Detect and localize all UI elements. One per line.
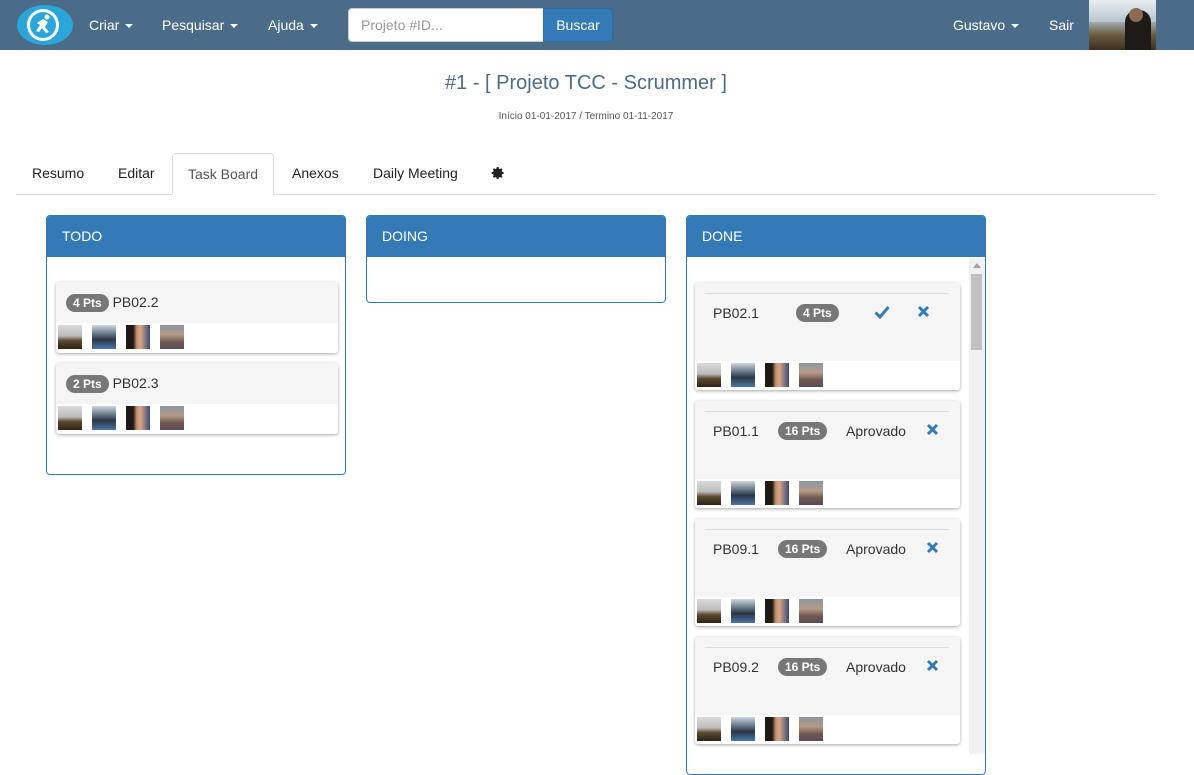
gear-icon — [491, 166, 504, 179]
avatar — [92, 406, 116, 430]
avatar — [799, 481, 823, 505]
points-badge: 16 Pts — [778, 422, 828, 440]
avatar — [697, 599, 721, 623]
card-code: PB02.2 — [112, 294, 159, 310]
points-badge: 4 Pts — [796, 304, 839, 322]
caret-down-icon — [1011, 24, 1020, 29]
close-icon[interactable] — [917, 305, 930, 318]
card-code: PB01.1 — [713, 423, 759, 439]
avatar — [799, 599, 823, 623]
user-menu[interactable]: Gustavo — [953, 0, 1020, 50]
todo-column-title: TODO — [47, 216, 345, 257]
points-badge: 2 Pts — [66, 375, 109, 393]
card-status: Aprovado — [846, 541, 906, 557]
tab-settings[interactable] — [476, 153, 520, 195]
avatar — [731, 717, 755, 741]
search-input[interactable] — [348, 8, 544, 42]
avatar — [126, 406, 150, 430]
menu-ajuda[interactable]: Ajuda — [268, 0, 318, 50]
card-code: PB02.1 — [713, 305, 759, 321]
project-dates: Início 01-01-2017 / Termino 01-11-2017 — [498, 111, 674, 122]
task-card[interactable]: 2 Pts PB02.3 — [56, 363, 338, 434]
check-icon[interactable] — [874, 305, 890, 319]
logo-icon[interactable] — [16, 3, 74, 47]
menu-pesquisar[interactable]: Pesquisar — [162, 0, 239, 50]
search-button[interactable]: Buscar — [543, 8, 613, 42]
avatar — [697, 363, 721, 387]
close-icon[interactable] — [926, 423, 939, 436]
points-badge: 16 Pts — [778, 540, 828, 558]
page-title: #1 - [ Projeto TCC - Scrummer ] — [445, 72, 727, 94]
tab-task-board[interactable]: Task Board — [172, 153, 275, 195]
close-icon[interactable] — [926, 541, 939, 554]
task-card[interactable]: 4 Pts PB02.2 — [56, 282, 338, 353]
avatar — [731, 481, 755, 505]
avatar — [765, 481, 789, 505]
card-status: Aprovado — [846, 659, 906, 675]
card-code: PB09.1 — [713, 541, 759, 557]
task-card[interactable]: PB09.1 16 Pts Aprovado — [695, 519, 960, 626]
avatar — [697, 481, 721, 505]
doing-column: DOING — [366, 215, 666, 303]
caret-down-icon — [125, 24, 134, 29]
menu-criar-label: Criar — [89, 17, 120, 33]
avatar — [160, 406, 184, 430]
points-badge: 16 Pts — [778, 658, 828, 676]
done-column-title: DONE — [687, 216, 985, 257]
avatar — [58, 325, 82, 349]
caret-down-icon — [309, 24, 318, 29]
user-name: Gustavo — [953, 17, 1006, 33]
task-card[interactable]: PB09.2 16 Pts Aprovado — [695, 637, 960, 744]
avatar — [58, 406, 82, 430]
avatar — [126, 325, 150, 349]
navbar: Criar Pesquisar Ajuda Buscar Gustavo Sai… — [0, 0, 1194, 50]
avatar — [92, 325, 116, 349]
card-status: Aprovado — [846, 423, 906, 439]
card-code: PB09.2 — [713, 659, 759, 675]
points-badge: 4 Pts — [66, 294, 109, 312]
avatar — [731, 363, 755, 387]
avatar — [731, 599, 755, 623]
tab-bar: Resumo Editar Task Board Anexos Daily Me… — [16, 153, 1156, 195]
avatar[interactable] — [1089, 0, 1156, 50]
card-code: PB02.3 — [112, 375, 159, 391]
logout-link[interactable]: Sair — [1049, 0, 1074, 50]
menu-criar[interactable]: Criar — [89, 0, 134, 50]
avatar — [765, 599, 789, 623]
avatar — [799, 717, 823, 741]
avatar — [799, 363, 823, 387]
avatar — [697, 717, 721, 741]
avatar — [765, 717, 789, 741]
tab-editar[interactable]: Editar — [103, 153, 170, 195]
scroll-up-icon[interactable] — [973, 263, 981, 268]
scroll-thumb[interactable] — [971, 274, 982, 350]
tab-daily-meeting[interactable]: Daily Meeting — [358, 153, 473, 195]
todo-column: TODO 4 Pts PB02.2 2 Pts PB02.3 — [46, 215, 346, 475]
caret-down-icon — [230, 24, 239, 29]
task-card[interactable]: PB02.1 4 Pts — [695, 283, 960, 390]
avatar — [160, 325, 184, 349]
task-card[interactable]: PB01.1 16 Pts Aprovado — [695, 401, 960, 508]
menu-pesquisar-label: Pesquisar — [162, 17, 225, 33]
close-icon[interactable] — [926, 659, 939, 672]
tab-resumo[interactable]: Resumo — [17, 153, 99, 195]
avatar — [765, 363, 789, 387]
tab-anexos[interactable]: Anexos — [277, 153, 354, 195]
done-scrollbar[interactable] — [969, 258, 985, 754]
menu-ajuda-label: Ajuda — [268, 17, 304, 33]
doing-column-title: DOING — [367, 216, 665, 257]
